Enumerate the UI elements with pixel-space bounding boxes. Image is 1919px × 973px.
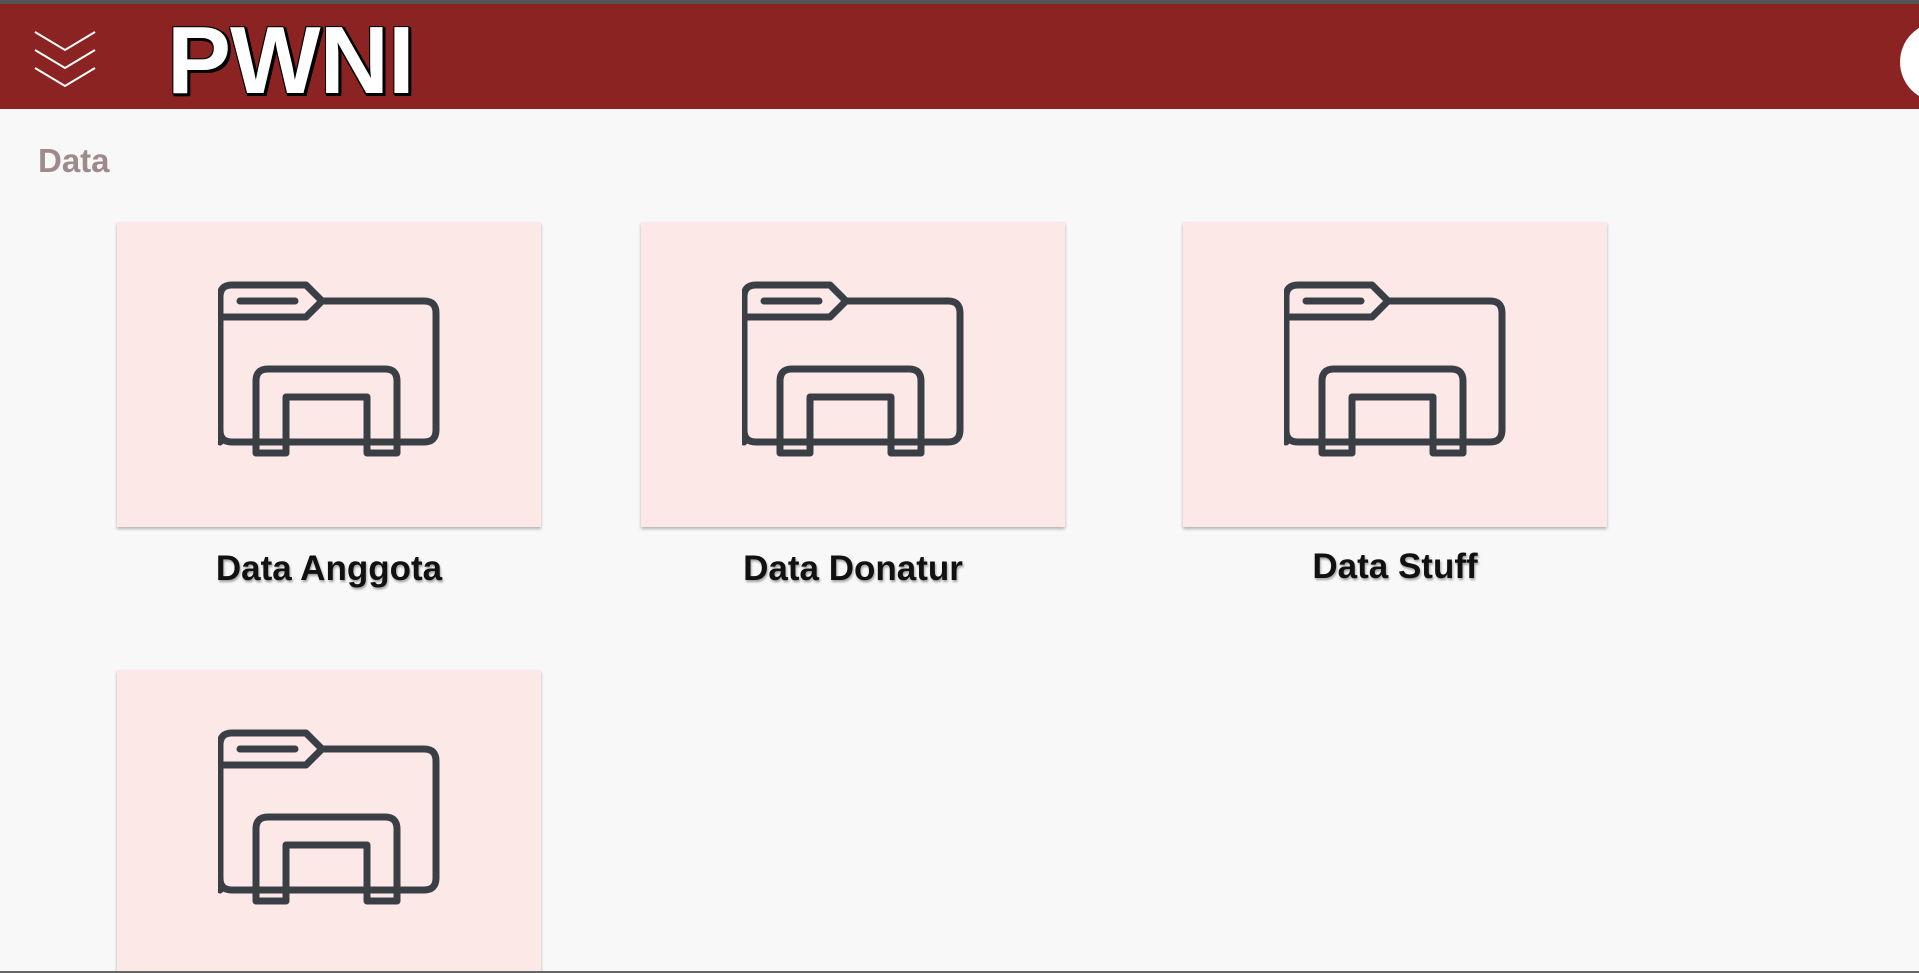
- card-data-4[interactable]: [117, 670, 541, 973]
- card-tile[interactable]: [117, 222, 541, 527]
- app-window: PWNI Data Data Anggota Data Donatur Data…: [0, 0, 1919, 973]
- menu-button[interactable]: [30, 24, 100, 90]
- profile-avatar-button[interactable]: [1900, 22, 1919, 102]
- card-data-stuff[interactable]: Data Stuff: [1183, 222, 1607, 587]
- card-data-donatur[interactable]: Data Donatur: [641, 222, 1065, 589]
- folder-icon: [218, 281, 440, 456]
- card-tile[interactable]: [1183, 222, 1607, 527]
- section-title: Data: [38, 142, 110, 179]
- app-header: PWNI: [0, 4, 1919, 113]
- folder-icon: [218, 729, 440, 904]
- card-data-anggota[interactable]: Data Anggota: [117, 222, 541, 589]
- folder-icon: [1284, 281, 1506, 456]
- app-title: PWNI: [167, 7, 415, 114]
- card-label: Data Anggota: [215, 549, 443, 588]
- card-label: Data Donatur: [743, 549, 963, 588]
- folder-icon: [742, 281, 964, 456]
- card-label: Data Stuff: [1312, 547, 1478, 586]
- card-tile[interactable]: [641, 222, 1065, 527]
- chevrons-down-icon: [34, 31, 96, 88]
- card-tile[interactable]: [117, 670, 541, 973]
